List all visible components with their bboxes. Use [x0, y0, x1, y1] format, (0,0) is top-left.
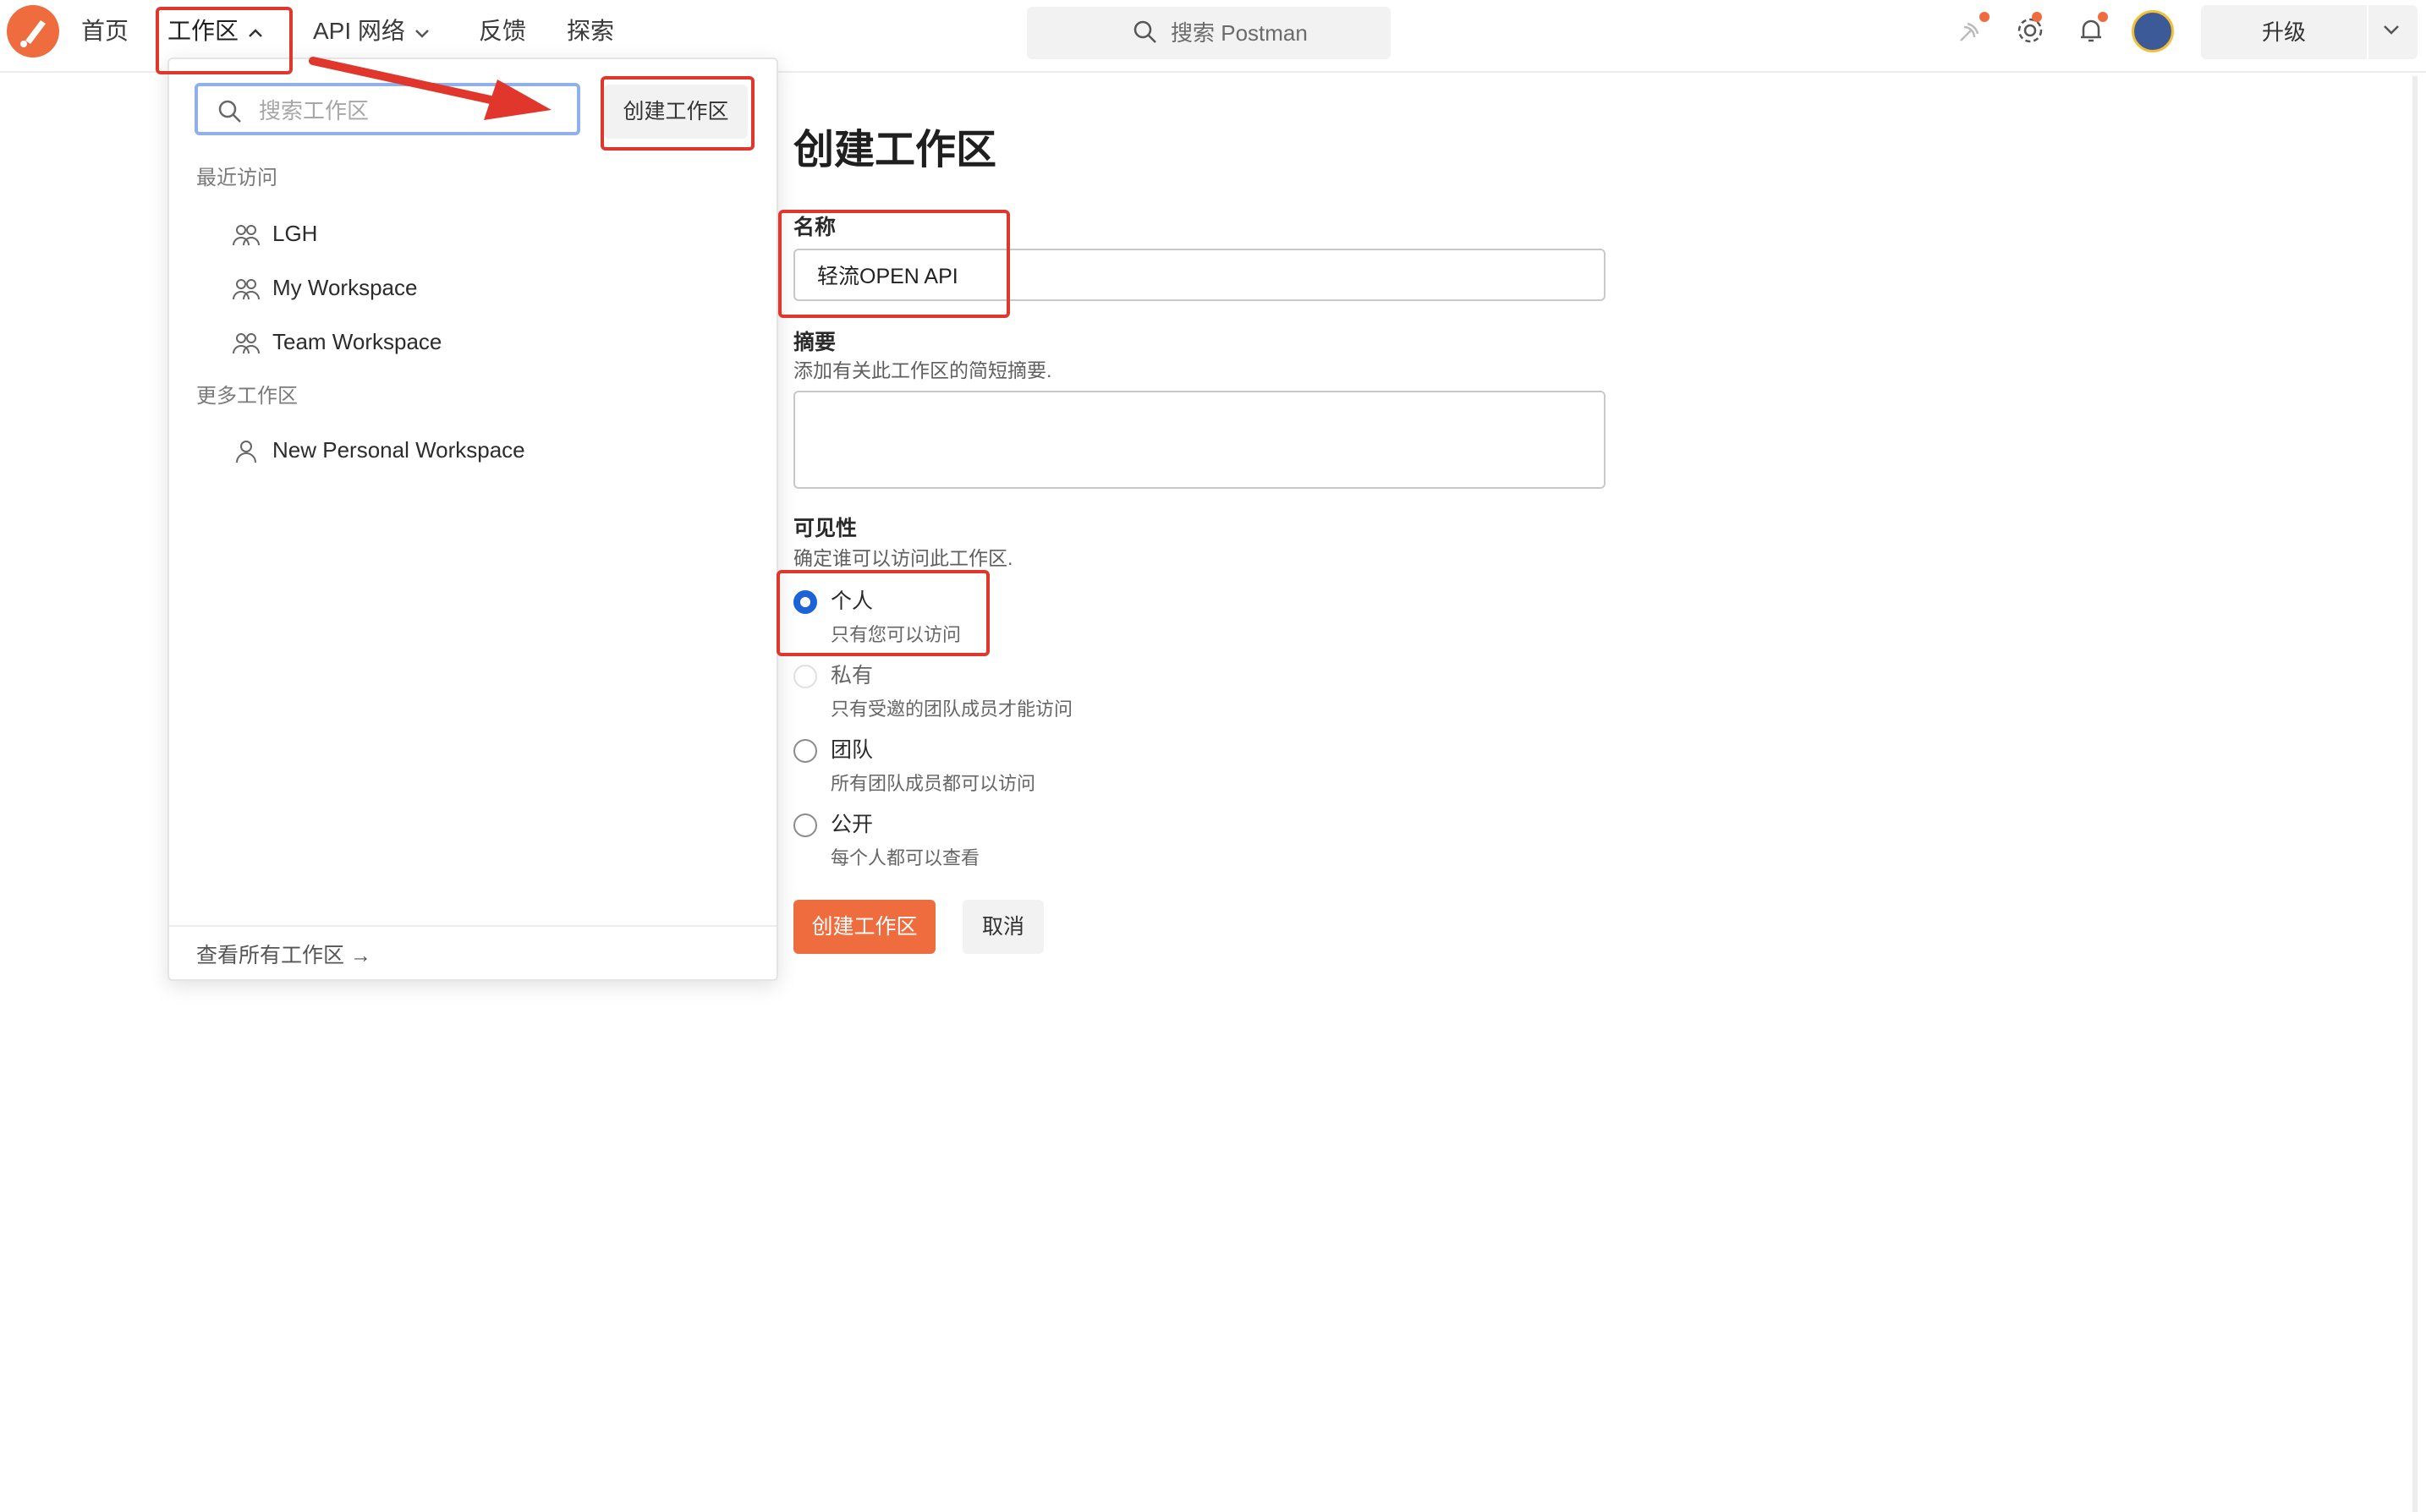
team-icon	[233, 225, 260, 246]
visibility-label: 可见性	[793, 517, 858, 540]
vertical-scrollbar[interactable]	[2412, 76, 2418, 1512]
notification-dot	[2032, 12, 2042, 22]
search-icon	[218, 100, 241, 123]
nav-explore[interactable]: 探索	[567, 15, 614, 47]
notification-dot	[2098, 12, 2108, 22]
radio-team-desc: 所有团队成员都可以访问	[831, 773, 1036, 794]
radio-public-desc: 每个人都可以查看	[831, 847, 980, 868]
global-search-bar[interactable]: 搜索 Postman	[1027, 7, 1391, 59]
team-icon	[233, 333, 260, 354]
radio-team-label[interactable]: 团队	[831, 736, 873, 764]
workspace-item-new-personal[interactable]: New Personal Workspace	[232, 430, 525, 470]
workspace-item-lgh[interactable]: LGH	[232, 213, 317, 254]
visibility-help-text: 确定谁可以访问此工作区.	[793, 547, 1013, 569]
notification-dot	[1979, 12, 1990, 22]
upgrade-button[interactable]: 升级	[2201, 5, 2418, 59]
annotation-box-workspaces	[156, 7, 293, 74]
upgrade-label: 升级	[2262, 19, 2307, 45]
nav-home[interactable]: 首页	[81, 15, 129, 47]
radio-public[interactable]	[793, 814, 817, 837]
annotation-box-name	[778, 210, 1010, 318]
workspace-item-team-workspace[interactable]: Team Workspace	[232, 321, 442, 362]
summary-help-text: 添加有关此工作区的简短摘要.	[793, 359, 1052, 381]
chevron-down-icon[interactable]	[2382, 24, 2401, 40]
summary-textarea[interactable]	[793, 391, 1605, 489]
nav-api-network[interactable]: API 网络	[313, 15, 431, 47]
team-icon	[233, 279, 260, 300]
annotation-box-personal	[777, 570, 990, 656]
recent-section-label: 最近访问	[196, 167, 277, 189]
nav-api-network-label: API 网络	[313, 18, 405, 44]
global-search-placeholder: 搜索 Postman	[1171, 20, 1308, 46]
view-all-workspaces-link[interactable]: 查看所有工作区 →	[196, 940, 371, 971]
workspace-item-my-workspace[interactable]: My Workspace	[232, 267, 417, 308]
radio-private-label[interactable]: 私有	[831, 661, 873, 690]
workspace-item-label: My Workspace	[272, 275, 418, 300]
gear-icon[interactable]	[2015, 15, 2045, 50]
cancel-button[interactable]: 取消	[963, 900, 1044, 954]
more-section-label: 更多工作区	[196, 385, 298, 408]
radio-team[interactable]	[793, 739, 817, 763]
workspace-item-label: New Personal Workspace	[272, 437, 525, 463]
person-icon	[236, 441, 256, 463]
page-title: 创建工作区	[793, 128, 997, 173]
search-icon	[1133, 20, 1156, 43]
postman-logo-icon[interactable]	[7, 5, 59, 58]
workspaces-dropdown: 创建工作区 最近访问 LGH My Workspace Team Workspa…	[167, 58, 778, 981]
annotation-arrow	[309, 57, 552, 120]
workspace-item-label: LGH	[272, 221, 318, 246]
annotation-box-create	[601, 76, 755, 151]
divider	[169, 925, 777, 927]
radio-private[interactable]	[793, 665, 817, 688]
radio-public-label[interactable]: 公开	[831, 810, 873, 839]
divider	[2367, 5, 2368, 59]
radio-private-desc: 只有受邀的团队成员才能访问	[831, 698, 1073, 720]
create-workspace-button[interactable]: 创建工作区	[793, 900, 936, 954]
avatar[interactable]	[2132, 10, 2174, 52]
workspace-item-label: Team Workspace	[272, 329, 442, 354]
nav-feedback[interactable]: 反馈	[479, 15, 526, 47]
summary-label: 摘要	[793, 331, 837, 354]
chevron-down-icon	[414, 15, 431, 47]
